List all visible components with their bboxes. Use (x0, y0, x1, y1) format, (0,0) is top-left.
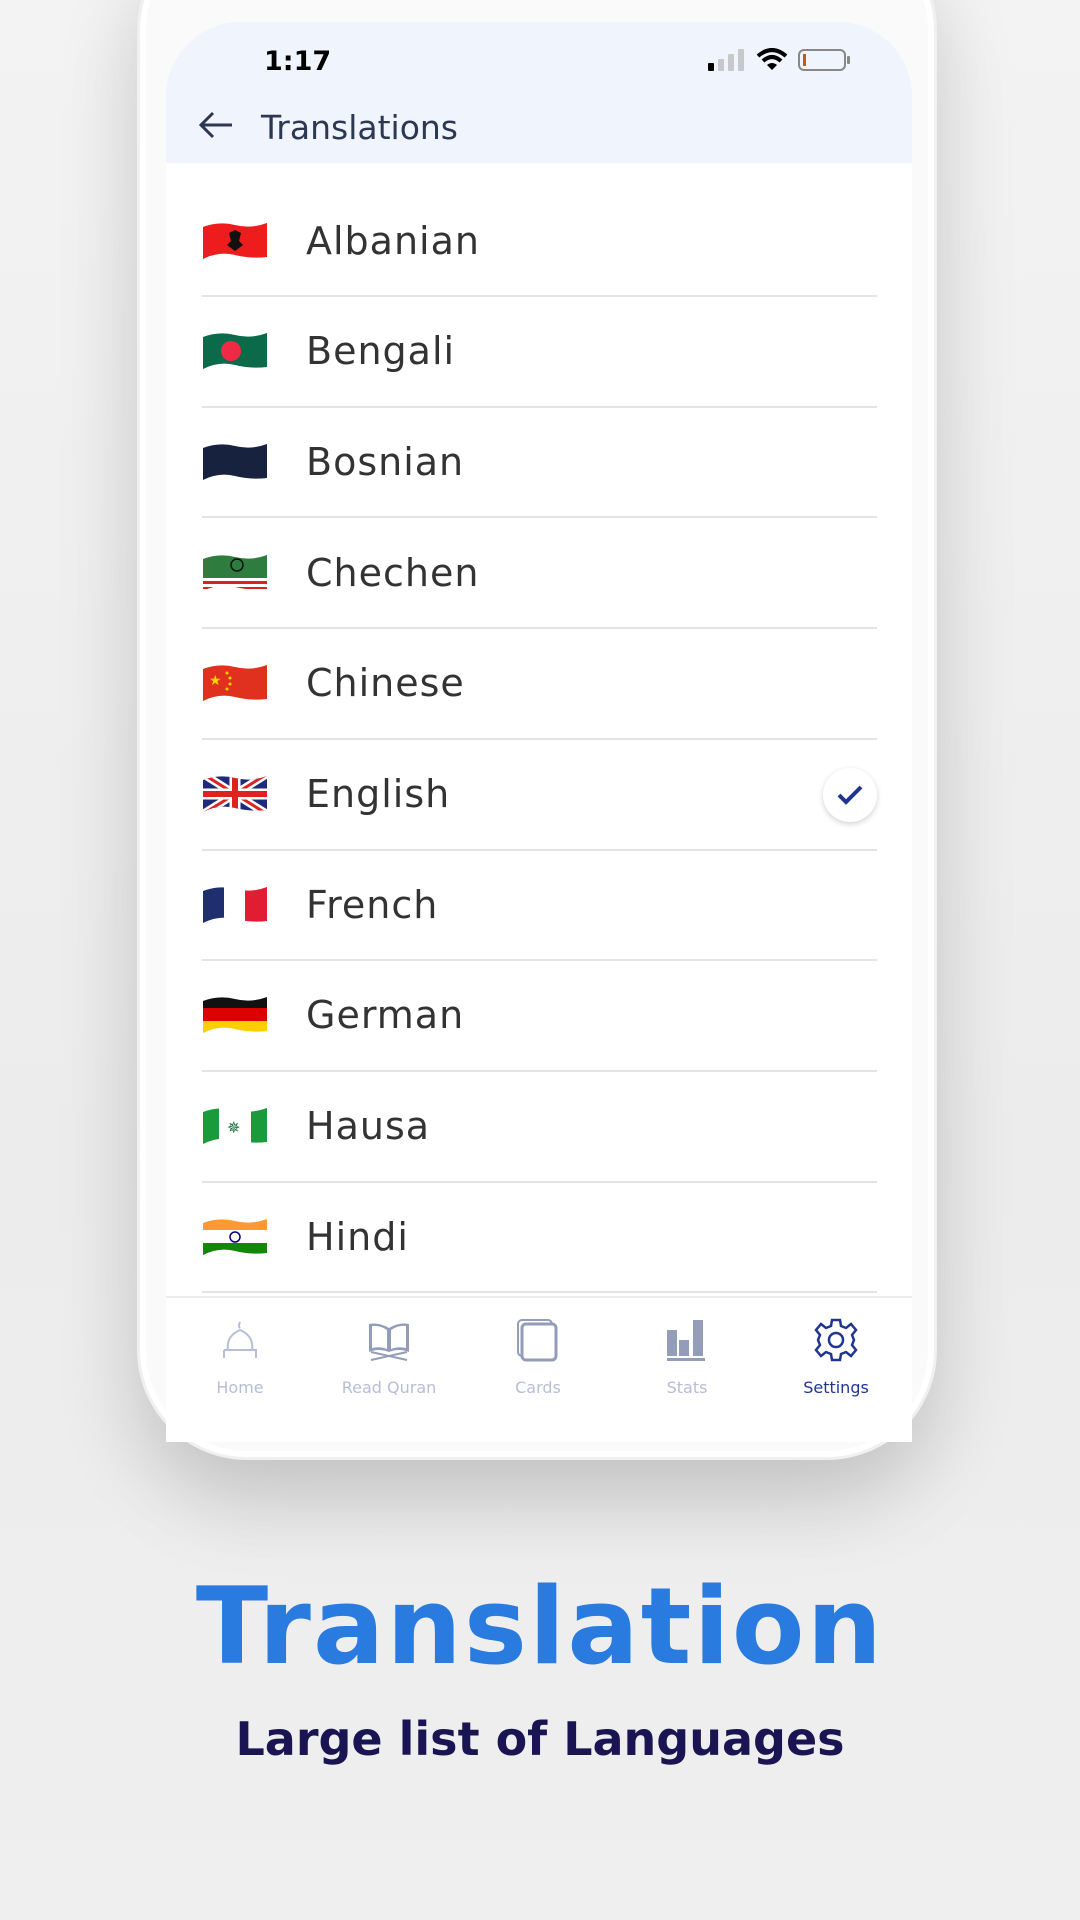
language-name: French (306, 882, 439, 927)
flag-uk-icon (203, 776, 267, 812)
language-row-hindi[interactable]: Hindi (202, 1182, 877, 1294)
language-row-albanian[interactable]: Albanian (202, 186, 877, 297)
app-header: 1:17 Translations (166, 22, 912, 163)
page-title: Translations (261, 108, 459, 147)
flag-hausa-icon: ✵ (203, 1108, 267, 1145)
flag-china-icon: ★ (203, 665, 267, 702)
gear-icon (812, 1318, 860, 1366)
quran-book-icon (365, 1318, 413, 1366)
language-name: Bengali (306, 329, 456, 374)
language-row-bengali[interactable]: Bengali (202, 297, 877, 408)
tab-label: Stats (666, 1378, 708, 1397)
language-name: German (306, 993, 465, 1038)
language-name: English (306, 772, 451, 816)
language-name: Hausa (306, 1104, 431, 1149)
flag-bosnia-icon (203, 443, 267, 480)
back-arrow-icon[interactable] (198, 110, 234, 146)
tab-home[interactable]: Home (170, 1318, 310, 1397)
flag-albania-icon (203, 222, 267, 259)
language-row-french[interactable]: French (202, 850, 877, 962)
flag-germany-icon (203, 997, 267, 1034)
tab-read-quran[interactable]: Read Quran (319, 1318, 459, 1397)
signal-icon (708, 49, 744, 71)
wifi-icon (756, 48, 788, 70)
tab-stats[interactable]: Stats (617, 1318, 757, 1397)
language-name: Bosnian (306, 439, 465, 484)
tab-label: Settings (803, 1378, 869, 1397)
language-name: Albanian (306, 218, 480, 263)
language-row-chinese[interactable]: ★ Chinese (202, 629, 877, 740)
language-row-bosnian[interactable]: Bosnian (202, 407, 877, 519)
tab-label: Cards (515, 1378, 561, 1397)
flag-france-icon (203, 886, 267, 923)
flag-bangladesh-icon (203, 333, 267, 370)
flag-india-icon (203, 1218, 267, 1255)
status-icons (708, 48, 852, 72)
language-row-english[interactable]: English (202, 740, 877, 851)
language-row-chechen[interactable]: Chechen (202, 518, 877, 630)
bottom-tab-bar: Home Read Quran Cards Stats Settings (166, 1296, 912, 1442)
svg-text:✵: ✵ (227, 1118, 240, 1137)
flag-chechnya-icon (203, 554, 267, 591)
cards-icon (514, 1318, 562, 1366)
svg-text:★: ★ (209, 673, 222, 689)
promo-headline: Translation (195, 1565, 885, 1688)
tab-settings[interactable]: Settings (766, 1318, 906, 1397)
language-name: Chechen (306, 550, 480, 595)
language-name: Hindi (306, 1214, 409, 1259)
mosque-icon (216, 1318, 264, 1366)
app-screen: 1:17 Translations Albanian Bengali Bosnian… (166, 22, 912, 1442)
tab-label: Home (216, 1378, 264, 1397)
language-name: Chinese (306, 661, 465, 706)
battery-icon (798, 49, 850, 71)
tab-cards[interactable]: Cards (468, 1318, 608, 1397)
tab-label: Read Quran (341, 1378, 437, 1397)
promo-subtitle: Large list of Languages (235, 1712, 845, 1766)
stats-icon (663, 1318, 711, 1366)
status-time: 1:17 (264, 46, 332, 77)
selected-check-icon (823, 767, 877, 822)
language-row-hausa[interactable]: ✵ Hausa (202, 1072, 877, 1183)
language-row-german[interactable]: German (202, 961, 877, 1072)
